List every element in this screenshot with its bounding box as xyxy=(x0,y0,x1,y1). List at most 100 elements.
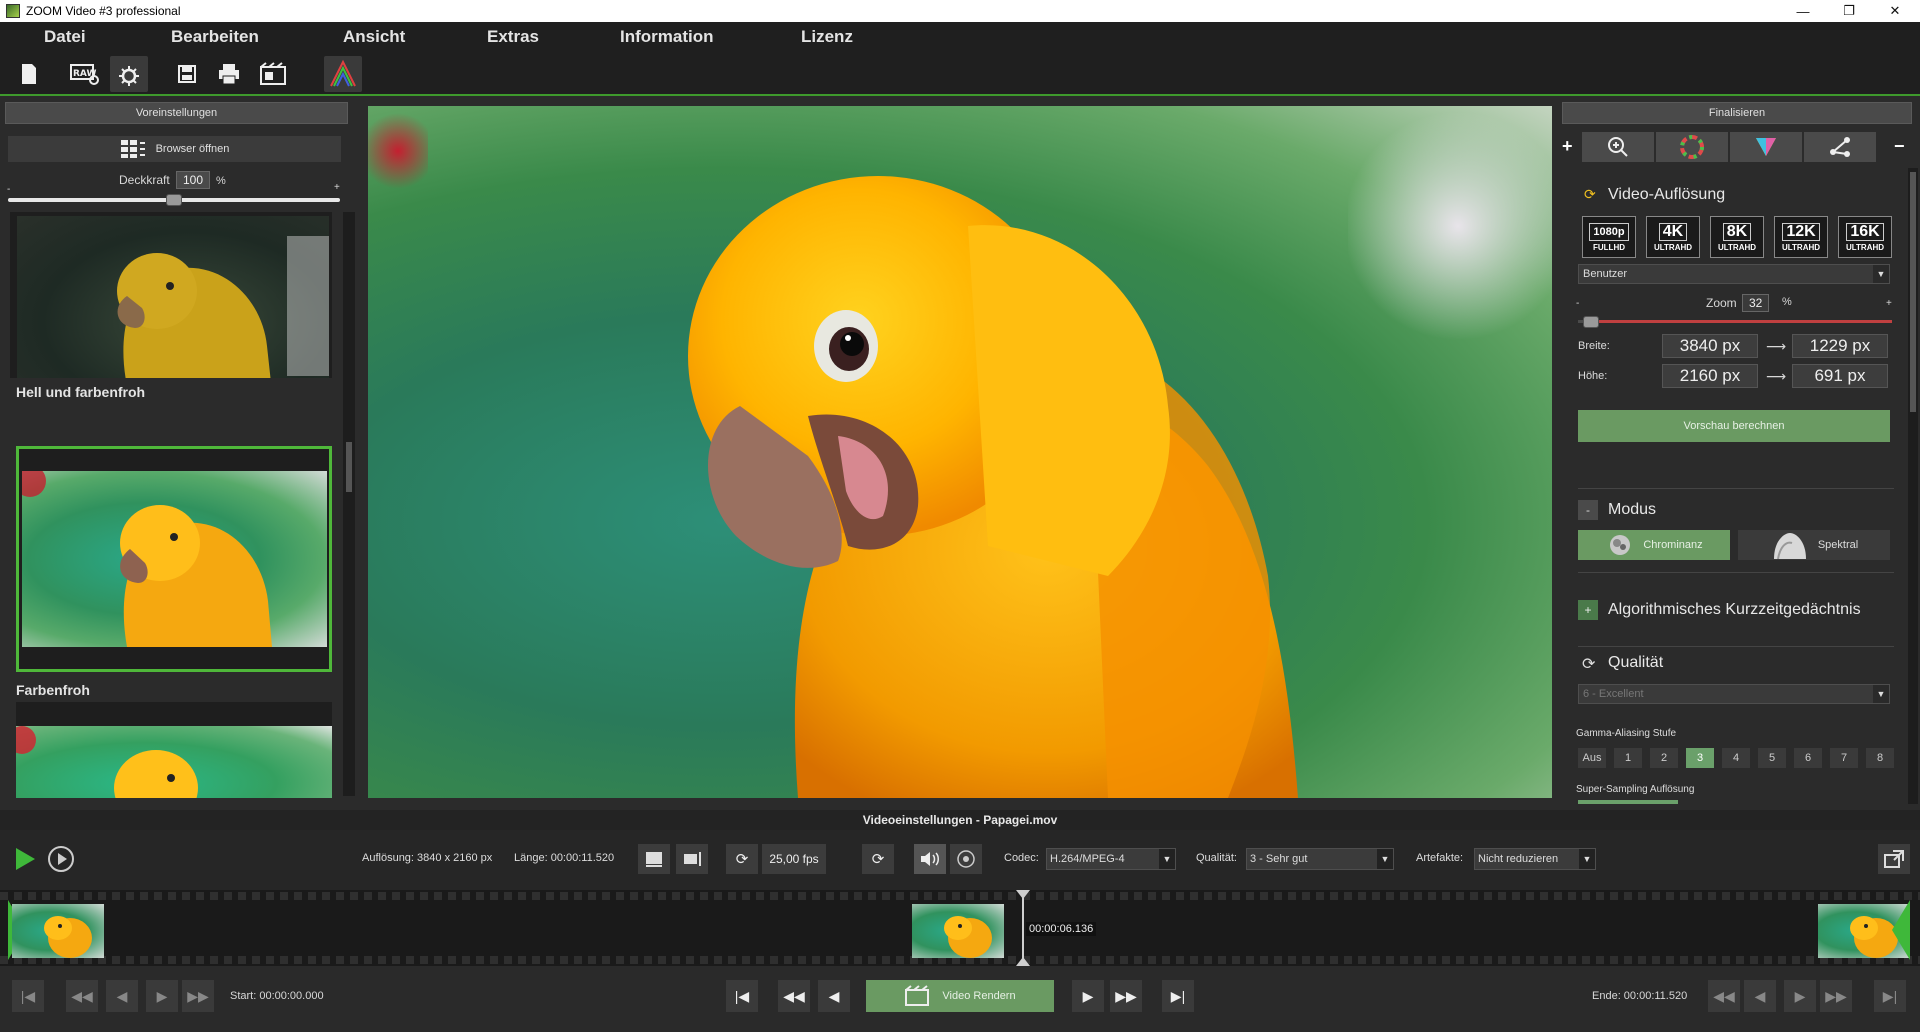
fit-width-button[interactable] xyxy=(638,844,670,874)
gamma-option-3[interactable]: 3 xyxy=(1686,748,1714,768)
fast-forward-button[interactable]: ▶▶ xyxy=(1110,980,1142,1012)
histogram-icon[interactable] xyxy=(324,56,362,92)
zoom-slider[interactable] xyxy=(1578,320,1892,323)
step-forward-button[interactable]: ▶ xyxy=(1072,980,1104,1012)
zoom-slider-knob[interactable] xyxy=(1582,316,1599,328)
raw-settings-icon[interactable]: RAW xyxy=(66,56,104,92)
add-panel-button[interactable]: + xyxy=(1562,136,1573,157)
res-4k-button[interactable]: 4K ULTRAHD xyxy=(1646,216,1700,258)
save-icon[interactable] xyxy=(168,56,206,92)
remove-panel-button[interactable]: − xyxy=(1894,136,1905,157)
end-step-back-button[interactable]: ◀ xyxy=(1744,980,1776,1012)
algo-expand-button[interactable]: + xyxy=(1578,600,1598,620)
height-target-field[interactable]: 691 px xyxy=(1792,364,1888,388)
menu-information[interactable]: Information xyxy=(620,27,714,47)
compute-preview-button[interactable]: Vorschau berechnen xyxy=(1578,410,1890,442)
gamma-option-2[interactable]: 2 xyxy=(1650,748,1678,768)
prism-tab[interactable] xyxy=(1730,132,1802,162)
play-preview-button[interactable] xyxy=(46,844,76,874)
audio-button[interactable] xyxy=(914,844,946,874)
video-settings-header: Videoeinstellungen - Papagei.mov xyxy=(0,810,1920,830)
mode-spectral-button[interactable]: Spektral xyxy=(1738,530,1890,560)
maximize-button[interactable]: ❐ xyxy=(1826,0,1872,22)
refresh-icon[interactable]: ⟳ xyxy=(1584,186,1600,202)
resolution-preset-dropdown[interactable]: Benutzer ▼ xyxy=(1578,264,1890,284)
res-16k-button[interactable]: 16K ULTRAHD xyxy=(1838,216,1892,258)
preset-card-3[interactable] xyxy=(16,702,332,798)
start-to-begin-button[interactable]: |◀ xyxy=(12,980,44,1012)
end-to-last-button[interactable]: ▶| xyxy=(1874,980,1906,1012)
step-back-button[interactable]: ◀ xyxy=(818,980,850,1012)
preset-card-1[interactable] xyxy=(10,212,332,378)
menu-bearbeiten[interactable]: Bearbeiten xyxy=(171,27,259,47)
finalize-scrollbar[interactable] xyxy=(1908,168,1918,804)
quality-refresh-icon[interactable]: ⟳ xyxy=(1582,654,1595,674)
go-to-end-button[interactable]: ▶| xyxy=(1162,980,1194,1012)
gamma-option-8[interactable]: 8 xyxy=(1866,748,1894,768)
gamma-option-4[interactable]: 4 xyxy=(1722,748,1750,768)
gamma-option-1[interactable]: 1 xyxy=(1614,748,1642,768)
color-wheel-tab[interactable] xyxy=(1656,132,1728,162)
width-source-field[interactable]: 3840 px xyxy=(1662,334,1758,358)
zoom-value[interactable]: 32 xyxy=(1742,294,1770,312)
settings-sparkle-icon[interactable] xyxy=(110,56,148,92)
width-target-field[interactable]: 1229 px xyxy=(1792,334,1888,358)
gamma-option-5[interactable]: 5 xyxy=(1758,748,1786,768)
fit-height-button[interactable] xyxy=(676,844,708,874)
end-fast-back-button[interactable]: ◀◀ xyxy=(1708,980,1740,1012)
fps-field[interactable]: 25,00 fps xyxy=(762,844,826,874)
presets-scrollbar[interactable] xyxy=(343,212,355,796)
render-video-button[interactable]: Video Rendern xyxy=(866,980,1054,1012)
opacity-slider-knob[interactable] xyxy=(166,194,182,206)
audio-settings-button[interactable] xyxy=(950,844,982,874)
rotate-button[interactable]: ⟳ xyxy=(862,844,894,874)
res-12k-button[interactable]: 12K ULTRAHD xyxy=(1774,216,1828,258)
fast-back-button[interactable]: ◀◀ xyxy=(778,980,810,1012)
print-icon[interactable] xyxy=(210,56,248,92)
zoom-in-tab[interactable] xyxy=(1582,132,1654,162)
end-fast-forward-button[interactable]: ▶▶ xyxy=(1820,980,1852,1012)
video-export-icon[interactable] xyxy=(254,56,292,92)
browser-open-button[interactable]: Browser öffnen xyxy=(8,136,341,162)
start-fast-forward-button[interactable]: ▶▶ xyxy=(182,980,214,1012)
mode-collapse-button[interactable]: - xyxy=(1578,500,1598,520)
minimize-button[interactable]: — xyxy=(1780,0,1826,22)
finalize-scroll-thumb[interactable] xyxy=(1910,172,1916,412)
res-1080p-button[interactable]: 1080p FULLHD xyxy=(1582,216,1636,258)
go-to-start-button[interactable]: |◀ xyxy=(726,980,758,1012)
end-marker[interactable] xyxy=(1892,900,1910,960)
mode-chrominance-button[interactable]: Chrominanz xyxy=(1578,530,1730,560)
close-button[interactable]: ✕ xyxy=(1872,0,1918,22)
end-step-forward-button[interactable]: ▶ xyxy=(1784,980,1816,1012)
artifacts-dropdown[interactable]: Nicht reduzieren ▼ xyxy=(1474,848,1596,870)
res-8k-button[interactable]: 8K ULTRAHD xyxy=(1710,216,1764,258)
color-wheel-icon xyxy=(1680,135,1704,159)
video-quality-dropdown[interactable]: 3 - Sehr gut ▼ xyxy=(1246,848,1394,870)
gamma-option-7[interactable]: 7 xyxy=(1830,748,1858,768)
fps-sync-button[interactable]: ⟳ xyxy=(726,844,758,874)
timeline[interactable]: 00:00:06.136 xyxy=(0,890,1920,966)
height-source-field[interactable]: 2160 px xyxy=(1662,364,1758,388)
skip-start-icon: |◀ xyxy=(734,987,750,1004)
new-document-icon[interactable] xyxy=(10,56,48,92)
preset-card-2-selected[interactable] xyxy=(16,446,332,672)
export-settings-button[interactable] xyxy=(1878,844,1910,874)
start-fast-back-button[interactable]: ◀◀ xyxy=(66,980,98,1012)
menu-datei[interactable]: Datei xyxy=(44,27,86,47)
start-step-back-button[interactable]: ◀ xyxy=(106,980,138,1012)
quality-dropdown[interactable]: 6 - Excellent ▼ xyxy=(1578,684,1890,704)
menu-lizenz[interactable]: Lizenz xyxy=(801,27,853,47)
gamma-option-aus[interactable]: Aus xyxy=(1578,748,1606,768)
opacity-value[interactable]: 100 xyxy=(176,171,211,189)
menu-ansicht[interactable]: Ansicht xyxy=(343,27,405,47)
supersampling-slider[interactable] xyxy=(1578,800,1678,804)
play-button[interactable] xyxy=(10,844,40,874)
share-tab[interactable] xyxy=(1804,132,1876,162)
codec-dropdown[interactable]: H.264/MPEG-4 ▼ xyxy=(1046,848,1176,870)
main-preview[interactable] xyxy=(368,106,1552,798)
start-step-forward-button[interactable]: ▶ xyxy=(146,980,178,1012)
gamma-option-6[interactable]: 6 xyxy=(1794,748,1822,768)
presets-scroll-thumb[interactable] xyxy=(346,442,352,492)
menu-extras[interactable]: Extras xyxy=(487,27,539,47)
playhead[interactable] xyxy=(1022,890,1024,966)
